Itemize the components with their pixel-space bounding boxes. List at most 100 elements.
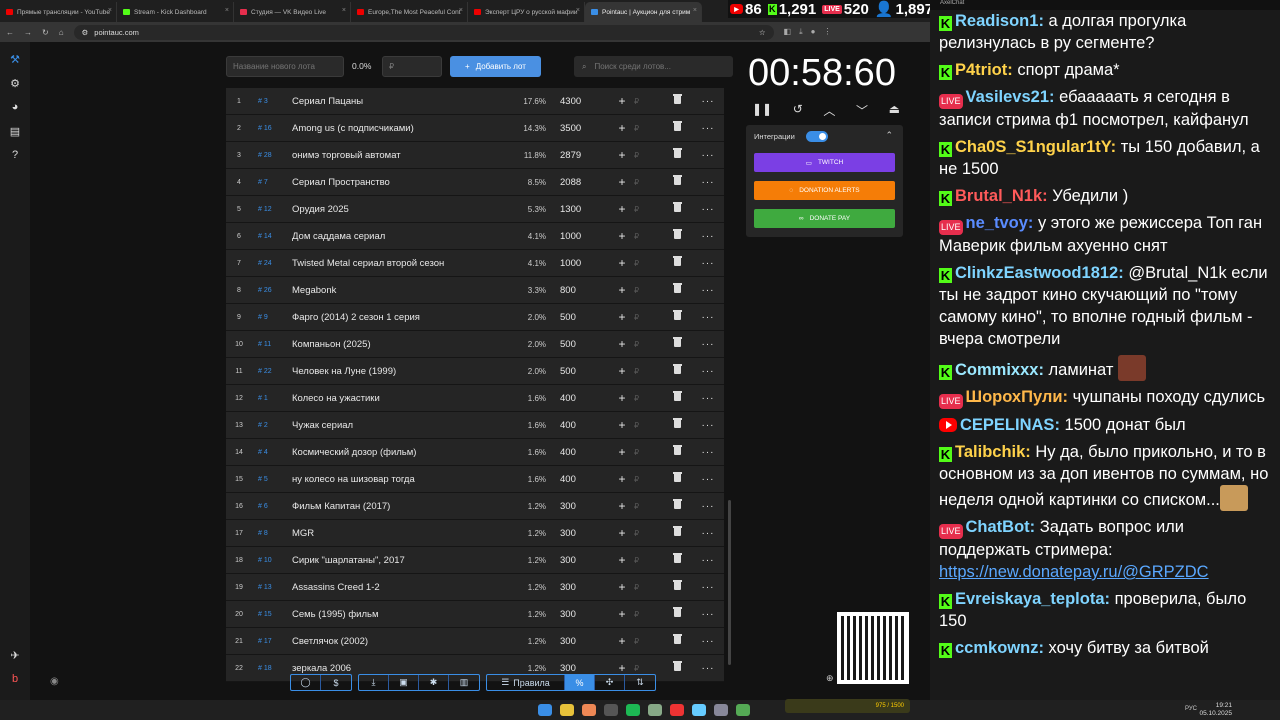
delete-icon[interactable]: [662, 661, 692, 673]
taskbar-app-icon[interactable]: [626, 704, 640, 716]
lot-name[interactable]: MGR: [292, 528, 508, 539]
amount-field[interactable]: ₽: [634, 664, 662, 673]
chat-username[interactable]: ClinkzEastwood1812: [955, 264, 1118, 282]
amount-field[interactable]: ₽: [634, 340, 662, 349]
hammer-icon[interactable]: ⚒: [8, 52, 22, 66]
add-amount-icon[interactable]: +: [610, 499, 634, 513]
add-amount-icon[interactable]: +: [610, 580, 634, 594]
more-icon[interactable]: ···: [692, 96, 724, 107]
lot-name[interactable]: Фильм Капитан (2017): [292, 501, 508, 512]
home-icon[interactable]: ⌂: [59, 28, 64, 37]
lot-name[interactable]: Космический дозор (фильм): [292, 447, 508, 458]
sort-icon[interactable]: ⇅: [625, 675, 655, 690]
add-amount-icon[interactable]: +: [610, 472, 634, 486]
amount-field[interactable]: ₽: [634, 286, 662, 295]
more-icon[interactable]: ···: [692, 258, 724, 269]
lot-amount[interactable]: 300: [560, 636, 610, 647]
lot-name[interactable]: Светлячок (2002): [292, 636, 508, 647]
globe-icon[interactable]: ⊕: [826, 673, 834, 684]
amount-field[interactable]: ₽: [634, 205, 662, 214]
lot-name[interactable]: Twisted Metal сериал второй сезон: [292, 258, 508, 269]
more-icon[interactable]: ···: [692, 582, 724, 593]
lot-name[interactable]: Колесо на ужастики: [292, 393, 508, 404]
lot-name[interactable]: онимэ торговый автомат: [292, 150, 508, 161]
browser-tab[interactable]: Europe,The Most Peaceful Cont ×: [351, 2, 468, 22]
chat-username[interactable]: CEPELINAS: [960, 416, 1054, 434]
chevron-down-icon[interactable]: ﹀: [856, 102, 868, 119]
lot-amount[interactable]: 300: [560, 663, 610, 674]
add-amount-icon[interactable]: +: [610, 283, 634, 297]
delete-icon[interactable]: [662, 526, 692, 538]
bookmark-star-icon[interactable]: ☆: [759, 28, 766, 37]
lot-name[interactable]: Сериал Пространство: [292, 177, 508, 188]
lot-amount[interactable]: 3500: [560, 123, 610, 134]
add-amount-icon[interactable]: +: [610, 175, 634, 189]
lot-amount[interactable]: 400: [560, 447, 610, 458]
lot-amount[interactable]: 300: [560, 582, 610, 593]
lot-amount[interactable]: 300: [560, 555, 610, 566]
amount-field[interactable]: ₽: [634, 124, 662, 133]
delete-icon[interactable]: [662, 337, 692, 349]
split-icon[interactable]: ✣: [595, 675, 625, 690]
chat-username[interactable]: ne_tvoy: [966, 214, 1028, 232]
amount-field[interactable]: ₽: [634, 610, 662, 619]
delete-icon[interactable]: [662, 256, 692, 268]
more-icon[interactable]: ···: [692, 204, 724, 215]
chat-link[interactable]: https://new.donatepay.ru/@GRPZDC: [939, 563, 1209, 581]
eject-icon[interactable]: ⏏: [889, 102, 900, 119]
more-icon[interactable]: ···: [692, 123, 724, 134]
lot-name[interactable]: зеркала 2006: [292, 663, 508, 674]
browser-tab[interactable]: Эксперт ЦРУ о русской мафии ×: [468, 2, 585, 22]
add-amount-icon[interactable]: +: [610, 256, 634, 270]
lot-amount[interactable]: 400: [560, 474, 610, 485]
menu-icon[interactable]: ⋮: [824, 27, 832, 37]
taskbar-app-icon[interactable]: [692, 704, 706, 716]
lot-amount[interactable]: 500: [560, 339, 610, 350]
lot-name[interactable]: Компаньон (2025): [292, 339, 508, 350]
trash-icon[interactable]: ▥: [449, 675, 479, 690]
lot-name[interactable]: Сериал Пацаны: [292, 96, 508, 107]
close-icon[interactable]: ×: [693, 7, 697, 14]
github-icon[interactable]: ◯: [291, 675, 321, 690]
lot-amount[interactable]: 500: [560, 366, 610, 377]
search-input[interactable]: [594, 62, 715, 71]
close-icon[interactable]: ×: [459, 7, 463, 14]
more-icon[interactable]: ···: [692, 420, 724, 431]
add-amount-icon[interactable]: +: [610, 121, 634, 135]
rules-button[interactable]: ☰ Правила: [487, 675, 565, 690]
delete-icon[interactable]: [662, 202, 692, 214]
lot-amount[interactable]: 400: [560, 393, 610, 404]
more-icon[interactable]: ···: [692, 339, 724, 350]
chat-username[interactable]: Talibchik: [955, 443, 1025, 461]
add-amount-icon[interactable]: +: [610, 634, 634, 648]
amount-field[interactable]: ₽: [634, 232, 662, 241]
taskbar-app-icon[interactable]: [560, 704, 574, 716]
amount-field[interactable]: ₽: [634, 637, 662, 646]
download-icon[interactable]: ⤓: [359, 675, 389, 690]
lot-amount[interactable]: 500: [560, 312, 610, 323]
chat-username[interactable]: Vasilevs21: [966, 88, 1050, 106]
lot-name[interactable]: Megabonk: [292, 285, 508, 296]
lot-name[interactable]: Дом саддама сериал: [292, 231, 508, 242]
lot-amount[interactable]: 300: [560, 528, 610, 539]
amount-field[interactable]: ₽: [634, 259, 662, 268]
browser-tab[interactable]: Прямые трансляции - YouTube ×: [0, 2, 117, 22]
chat-username[interactable]: Commixxx: [955, 361, 1038, 379]
extension-icon[interactable]: ◧: [784, 27, 792, 37]
amount-field[interactable]: ₽: [634, 529, 662, 538]
close-icon[interactable]: ×: [576, 7, 580, 14]
lot-name[interactable]: Сирик "шарлатаны", 2017: [292, 555, 508, 566]
delete-icon[interactable]: [662, 499, 692, 511]
chat-username[interactable]: P4triot: [955, 61, 1007, 79]
taskbar-app-icon[interactable]: [714, 704, 728, 716]
system-clock[interactable]: 19:21 05.10.2025: [1199, 702, 1232, 718]
percent-icon[interactable]: %: [565, 675, 595, 690]
telegram-icon[interactable]: ✈: [8, 648, 22, 662]
close-icon[interactable]: ×: [342, 7, 346, 14]
more-icon[interactable]: ···: [692, 312, 724, 323]
amount-field[interactable]: ₽: [634, 502, 662, 511]
chat-username[interactable]: ChatBot: [966, 518, 1030, 536]
lot-amount[interactable]: 2088: [560, 177, 610, 188]
add-amount-icon[interactable]: +: [610, 445, 634, 459]
browser-tab[interactable]: Студия — VK Видео Live ×: [234, 2, 351, 22]
